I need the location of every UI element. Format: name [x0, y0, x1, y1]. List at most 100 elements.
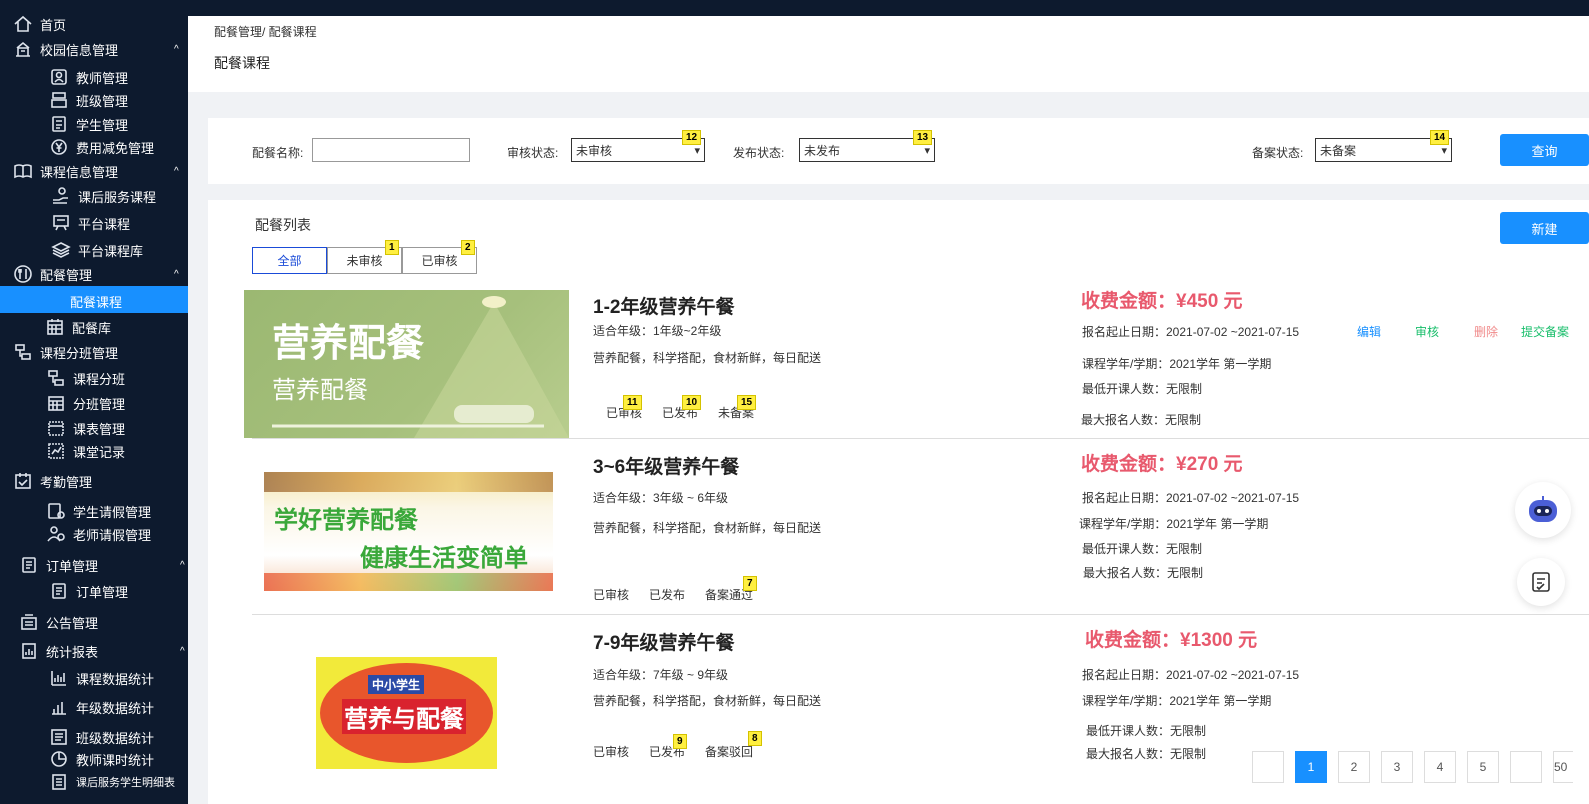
next-page-button[interactable] — [1510, 751, 1542, 783]
delete-link[interactable]: 删除 — [1474, 323, 1498, 340]
school-icon — [12, 38, 34, 60]
meal-name-input[interactable] — [312, 138, 470, 162]
sidebar-item-student[interactable]: 学生管理 — [48, 113, 128, 135]
query-button[interactable]: 查询 — [1500, 134, 1589, 166]
tab-all[interactable]: 全部 — [252, 247, 327, 274]
sidebar-item-label: 课后服务学生明细表 — [76, 777, 175, 789]
page-2-button[interactable]: 2 — [1338, 751, 1370, 783]
sidebar-item-grade-stats[interactable]: 年级数据统计 — [48, 696, 154, 718]
badge-12: 12 — [682, 130, 702, 145]
split-icon — [45, 367, 67, 389]
pagination: 1 2 3 4 5 50 — [1252, 751, 1573, 783]
sidebar-group-order[interactable]: 订单管理 ^ — [18, 554, 185, 576]
sidebar-item-label: 配餐管理 — [40, 267, 93, 283]
sidebar-item-class-stats[interactable]: 班级数据统计 — [48, 726, 154, 748]
min-enroll: 最低开课人数：无限制 — [1086, 724, 1207, 738]
sidebar-item-teacher-hours[interactable]: 教师课时统计 — [48, 748, 154, 770]
sidebar-item-label: 分班管理 — [73, 396, 126, 412]
page-4-button[interactable]: 4 — [1424, 751, 1456, 783]
sidebar-group-attendance[interactable]: 考勤管理 — [12, 470, 92, 492]
fee-amount: 收费金额：¥450 元 — [1081, 291, 1243, 312]
submit-record-link[interactable]: 提交备案 — [1521, 323, 1569, 340]
course-name[interactable]: 7-9年级营养午餐 — [593, 628, 734, 655]
sidebar: 首页 校园信息管理 ^ 教师管理 班级管理 学生管理 费用减免管理 课程信息管理… — [0, 0, 188, 804]
audit-status-label: 审核状态: — [507, 146, 559, 160]
bar-icon — [48, 696, 70, 718]
sidebar-item-label: 课程分班 — [73, 371, 126, 387]
sidebar-item-student-detail[interactable]: 课后服务学生明细表 — [48, 771, 175, 793]
course-thumbnail[interactable]: 中小学生 营养与配餐 — [316, 657, 497, 769]
row-divider — [252, 438, 1589, 439]
sidebar-item-meal-course[interactable]: 配餐课程 — [70, 292, 122, 311]
audit-status-value: 未审核 — [576, 143, 613, 158]
page-3-button[interactable]: 3 — [1381, 751, 1413, 783]
last-page-button[interactable]: 50 — [1553, 751, 1573, 783]
course-description: 营养配餐，科学搭配，食材新鲜，每日配送 — [593, 694, 822, 708]
sidebar-item-platform-course[interactable]: 平台课程 — [50, 212, 130, 234]
edit-link[interactable]: 编辑 — [1357, 323, 1381, 340]
sidebar-item-label: 班级数据统计 — [76, 730, 155, 746]
badge-13: 13 — [913, 130, 933, 145]
sidebar-item-fee-waiver[interactable]: 费用减免管理 — [48, 136, 154, 158]
publish-status-label: 发布状态: — [733, 146, 785, 160]
fee-amount: 收费金额：¥1300 元 — [1085, 630, 1258, 651]
status-tabs: 全部 未审核 已审核 — [252, 247, 477, 274]
sidebar-group-campus[interactable]: 校园信息管理 ^ — [12, 38, 179, 60]
sidebar-group-meal[interactable]: 配餐管理 ^ — [12, 263, 179, 285]
sidebar-item-student-leave[interactable]: 学生请假管理 — [45, 500, 151, 522]
course-thumbnail[interactable]: 营养配餐 营养配餐 — [244, 290, 569, 438]
badge-8: 8 — [748, 731, 762, 746]
thumbnail-title: 学好营养配餐 — [274, 507, 418, 534]
badge-14: 14 — [1430, 130, 1450, 145]
thumbnail-subtitle: 健康生活变简单 — [360, 545, 528, 572]
fee-amount: 收费金额：¥270 元 — [1081, 454, 1243, 475]
new-button[interactable]: 新建 — [1500, 212, 1589, 244]
page-5-button[interactable]: 5 — [1467, 751, 1499, 783]
list-title: 配餐列表 — [255, 217, 311, 233]
sidebar-item-class[interactable]: 班级管理 — [48, 89, 128, 111]
enroll-dates: 报名起止日期：2021-07-02 ~2021-07-15 — [1082, 325, 1300, 339]
thumbnail-top: 中小学生 — [368, 675, 425, 694]
sidebar-group-course-split[interactable]: 课程分班管理 — [12, 341, 118, 363]
todo-button[interactable] — [1517, 558, 1565, 606]
sidebar-item-label: 校园信息管理 — [40, 42, 119, 58]
chevron-up-icon: ^ — [174, 268, 179, 280]
record-status-value: 未备案 — [1320, 143, 1357, 158]
sidebar-group-report[interactable]: 统计报表 ^ — [18, 640, 185, 662]
course-description: 营养配餐，科学搭配，食材新鲜，每日配送 — [593, 351, 822, 365]
audit-status-text: 已审核 — [593, 588, 630, 602]
prev-page-button[interactable] — [1252, 751, 1284, 783]
sidebar-item-order[interactable]: 订单管理 — [48, 580, 128, 602]
page-1-button[interactable]: 1 — [1295, 751, 1327, 783]
sidebar-item-meal-library[interactable]: 配餐库 — [44, 316, 111, 338]
sidebar-item-label: 课堂记录 — [73, 444, 126, 460]
sidebar-item-after-school-course[interactable]: 课后服务课程 — [50, 185, 156, 207]
course-name[interactable]: 1-2年级营养午餐 — [593, 292, 734, 319]
course-thumbnail[interactable]: 学好营养配餐 健康生活变简单 — [264, 472, 553, 591]
chatbot-button[interactable] — [1515, 482, 1571, 538]
sidebar-item-label: 课程数据统计 — [76, 671, 155, 687]
sidebar-item-notice[interactable]: 公告管理 — [18, 611, 98, 633]
audit-link[interactable]: 审核 — [1415, 323, 1439, 340]
breadcrumb[interactable]: 配餐管理/ 配餐课程 — [214, 23, 317, 40]
sidebar-item-course-split[interactable]: 课程分班 — [45, 367, 125, 389]
sidebar-item-label: 公告管理 — [46, 615, 99, 631]
attendance-icon — [12, 470, 34, 492]
sidebar-item-timetable[interactable]: 课表管理 — [45, 417, 125, 439]
sidebar-item-home[interactable]: 首页 — [12, 13, 66, 35]
sidebar-item-platform-library[interactable]: 平台课程库 — [50, 239, 143, 261]
sidebar-item-teacher-leave[interactable]: 老师请假管理 — [45, 523, 151, 545]
sidebar-item-class-record[interactable]: 课堂记录 — [45, 440, 125, 462]
yen-icon — [48, 136, 70, 158]
sidebar-group-course[interactable]: 课程信息管理 ^ — [12, 160, 179, 182]
course-name[interactable]: 3~6年级营养午餐 — [593, 452, 739, 479]
badge-11: 11 — [623, 395, 642, 410]
record-status-text: 备案驳回 — [705, 745, 754, 759]
sidebar-item-teacher[interactable]: 教师管理 — [48, 66, 128, 88]
order-icon — [18, 554, 40, 576]
layers-icon — [50, 239, 72, 261]
sidebar-item-course-stats[interactable]: 课程数据统计 — [48, 667, 154, 689]
sidebar-item-label: 课表管理 — [73, 421, 126, 437]
meal-list-panel: 配餐列表 新建 全部 未审核 已审核 1 2 营养配餐 营养配餐 1-2年级营养… — [208, 200, 1589, 804]
sidebar-item-class-split[interactable]: 分班管理 — [45, 392, 125, 414]
